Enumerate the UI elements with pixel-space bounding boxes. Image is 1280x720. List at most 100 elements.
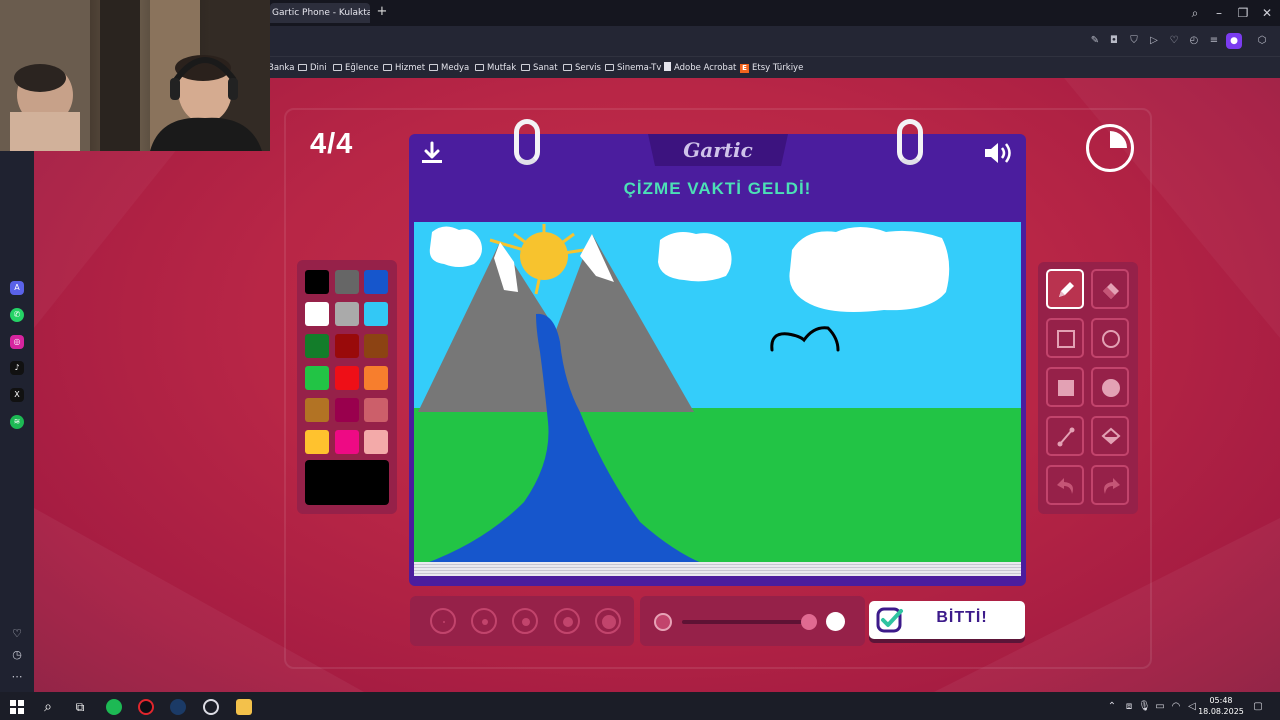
edit-icon[interactable]: ✎ — [1088, 34, 1102, 48]
taskbar-clock[interactable]: 05:48 18.08.2025 — [1196, 695, 1246, 717]
history-icon[interactable]: ◷ — [10, 648, 24, 662]
bookmark-medya[interactable]: Medya — [429, 62, 469, 74]
color-swatch[interactable] — [305, 398, 329, 422]
bookmark-adobe-acrobat[interactable]: Adobe Acrobat — [664, 62, 736, 74]
bookmark-banka[interactable]: Banka — [268, 62, 294, 74]
color-swatch[interactable] — [364, 270, 388, 294]
sound-icon[interactable] — [983, 140, 1015, 170]
x-icon[interactable]: X — [10, 388, 24, 402]
history-icon[interactable]: ◴ — [1187, 34, 1201, 48]
line-tool[interactable] — [1046, 416, 1084, 456]
color-swatch[interactable] — [305, 270, 329, 294]
obs-app-icon[interactable] — [203, 699, 219, 715]
color-swatch[interactable] — [364, 366, 388, 390]
profile-icon[interactable]: ● — [1226, 33, 1242, 49]
steam-app-icon[interactable] — [170, 699, 186, 715]
file-explorer-icon[interactable] — [236, 699, 252, 715]
tray-chevron-icon[interactable]: ⌃ — [1106, 700, 1118, 714]
tiktok-icon[interactable]: ♪ — [10, 361, 24, 375]
opacity-slider-track[interactable] — [682, 620, 812, 624]
camera-icon[interactable]: ◘ — [1107, 34, 1121, 48]
opacity-high-icon — [826, 612, 845, 631]
undo-tool[interactable] — [1046, 465, 1084, 505]
drawing-canvas[interactable] — [414, 222, 1021, 572]
new-tab-button[interactable]: + — [376, 5, 388, 18]
bookmark-sinema-tv[interactable]: Sinema-Tv — [605, 62, 661, 74]
more-icon[interactable]: ⋯ — [10, 670, 24, 684]
bookmark-hizmet[interactable]: Hizmet — [383, 62, 425, 74]
tab-title: Gartic Phone - Kulaktan K — [272, 8, 370, 18]
bookmark-mutfak[interactable]: Mutfak — [475, 62, 516, 74]
folder-icon — [298, 64, 307, 71]
color-swatch[interactable] — [335, 334, 359, 358]
spotify-app-icon[interactable] — [106, 699, 122, 715]
whatsapp-icon[interactable]: ✆ — [10, 308, 24, 322]
circle-filled-icon — [1102, 379, 1120, 397]
round-counter: 4/4 — [310, 128, 354, 160]
bookmark-sanat[interactable]: Sanat — [521, 62, 558, 74]
prompt-title: ÇİZME VAKTİ GELDİ! — [623, 179, 812, 198]
color-swatch[interactable] — [335, 366, 359, 390]
brush-size-2[interactable] — [471, 608, 497, 634]
restore-icon[interactable]: ❐ — [1234, 4, 1252, 22]
color-swatch[interactable] — [335, 270, 359, 294]
close-icon[interactable]: ✕ — [1258, 4, 1276, 22]
menu-icon[interactable]: ≡ — [1207, 34, 1221, 48]
wifi-icon[interactable]: ◠ — [1170, 700, 1182, 714]
pencil-tool[interactable] — [1046, 269, 1084, 309]
brush-size-4[interactable] — [554, 608, 580, 634]
taskbar — [0, 692, 1280, 720]
minimize-icon[interactable]: – — [1210, 4, 1228, 22]
shield-icon[interactable]: ⛉ — [1127, 34, 1141, 48]
browser-sidebar — [0, 78, 34, 692]
download-icon[interactable] — [420, 141, 444, 169]
task-view-icon[interactable]: ⧉ — [72, 699, 88, 715]
drawing — [414, 222, 1021, 572]
spotify-icon[interactable]: ≋ — [10, 415, 24, 429]
fill-bucket-tool[interactable] — [1091, 416, 1129, 456]
binder-ring-right — [897, 119, 923, 165]
bookmark-eglence[interactable]: Eğlence — [333, 62, 379, 74]
rectangle-outline-tool[interactable] — [1046, 318, 1084, 358]
color-swatch[interactable] — [305, 366, 329, 390]
heart-icon[interactable]: ♡ — [10, 627, 24, 641]
line-icon — [1057, 427, 1075, 447]
microphone-icon[interactable]: 🎙 — [1138, 700, 1151, 714]
browser-tab[interactable]: Gartic Phone - Kulaktan K — [270, 3, 370, 23]
folder-icon — [605, 64, 614, 71]
eraser-tool[interactable] — [1091, 269, 1129, 309]
notifications-icon[interactable]: ▢ — [1252, 700, 1264, 714]
color-swatch[interactable] — [335, 398, 359, 422]
extensions-icon[interactable]: ⬡ — [1255, 34, 1269, 48]
aria-icon[interactable]: A — [10, 281, 24, 295]
search-icon[interactable]: ⌕ — [1186, 4, 1204, 22]
opera-app-icon[interactable] — [138, 699, 154, 715]
color-swatch[interactable] — [364, 398, 388, 422]
ellipse-outline-tool[interactable] — [1091, 318, 1129, 358]
heart-icon[interactable]: ♡ — [1167, 34, 1181, 48]
ellipse-filled-tool[interactable] — [1091, 367, 1129, 407]
rectangle-filled-tool[interactable] — [1046, 367, 1084, 407]
redo-tool[interactable] — [1091, 465, 1129, 505]
brush-size-1[interactable] — [430, 608, 456, 634]
page-edge — [414, 562, 1021, 576]
color-swatch[interactable] — [364, 430, 388, 454]
color-swatch[interactable] — [305, 302, 329, 326]
color-swatch[interactable] — [305, 334, 329, 358]
color-swatch[interactable] — [335, 430, 359, 454]
search-icon[interactable]: ⌕ — [40, 699, 56, 715]
instagram-icon[interactable]: ◎ — [10, 335, 24, 349]
bookmark-dini[interactable]: Dini — [298, 62, 327, 74]
brush-size-5[interactable] — [595, 608, 621, 634]
bookmark-servis[interactable]: Servis — [563, 62, 601, 74]
bookmark-etsy-turkiye[interactable]: E Etsy Türkiye — [740, 62, 803, 74]
brush-size-3[interactable] — [512, 608, 538, 634]
battery-icon[interactable]: ▭ — [1154, 700, 1166, 714]
color-swatch[interactable] — [335, 302, 359, 326]
windows-start-icon[interactable] — [9, 699, 25, 715]
color-swatch[interactable] — [364, 334, 388, 358]
color-swatch[interactable] — [364, 302, 388, 326]
color-swatch[interactable] — [305, 430, 329, 454]
tray-app-icon[interactable]: ⧈ — [1123, 700, 1135, 714]
play-icon[interactable]: ▷ — [1147, 34, 1161, 48]
